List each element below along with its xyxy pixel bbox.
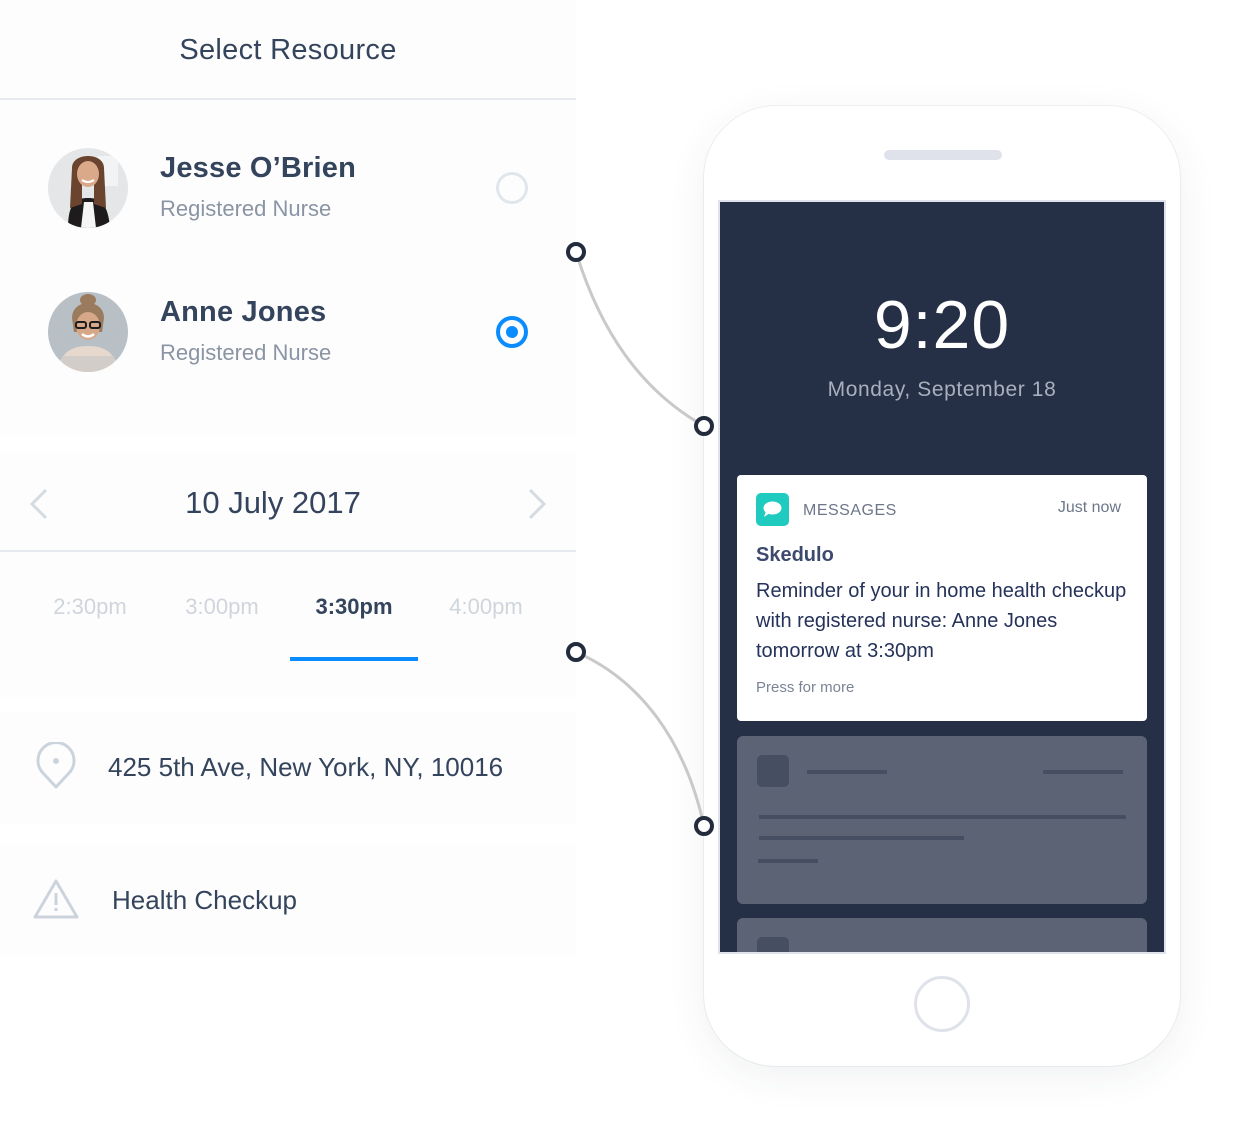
resource-radio-anne[interactable] — [496, 316, 528, 348]
date-time-picker: 10 July 2017 2:30pm 3:00pm 3:30pm 4:00pm — [0, 452, 576, 697]
chevron-right-icon[interactable] — [526, 488, 548, 520]
select-resource-header: Select Resource — [0, 0, 576, 100]
time-slot[interactable]: 4:00pm — [420, 594, 552, 620]
connector-resource-to-phone — [574, 251, 705, 428]
time-slot[interactable]: 2:30pm — [24, 594, 156, 620]
location-pin-icon — [32, 741, 80, 790]
notification-title: Skedulo — [756, 544, 834, 566]
notification-app-name: MESSAGES — [803, 502, 897, 519]
avatar-jesse — [48, 148, 128, 228]
service-text: Health Checkup — [112, 885, 297, 915]
avatar-anne — [48, 292, 128, 372]
time-slots: 2:30pm 3:00pm 3:30pm 4:00pm — [0, 594, 576, 634]
address-row: 425 5th Ave, New York, NY, 10016 — [0, 712, 576, 824]
placeholder-line — [807, 770, 887, 774]
placeholder-icon — [757, 755, 789, 787]
notification-action[interactable]: Press for more — [756, 679, 854, 696]
placeholder-line — [759, 815, 1126, 819]
resource-item-anne[interactable]: Anne Jones Registered Nurse — [0, 292, 576, 392]
lock-screen-time: 9:20 — [873, 287, 1011, 363]
resource-role: Registered Nurse — [160, 340, 332, 365]
placeholder-line — [758, 859, 818, 863]
message-bubble-icon — [756, 493, 789, 526]
connector-time-to-notification — [575, 650, 706, 827]
lock-screen-date: Monday, September 18 — [827, 378, 1057, 401]
resource-name: Anne Jones — [160, 296, 327, 328]
notification-card[interactable]: MESSAGES Just now Skedulo Reminder of yo… — [737, 475, 1147, 721]
notification-body: Reminder of your in home health checkup … — [756, 580, 1127, 662]
selected-time-indicator — [290, 657, 418, 661]
address-text: 425 5th Ave, New York, NY, 10016 — [108, 752, 504, 782]
resource-name: Jesse O’Brien — [160, 152, 357, 184]
resource-list: Jesse O’Brien Registered Nurse Anne Jone… — [0, 100, 576, 435]
placeholder-notification — [737, 736, 1147, 904]
placeholder-icon — [757, 937, 789, 952]
time-slot-selected[interactable]: 3:30pm — [288, 594, 420, 620]
phone-speaker — [884, 150, 1002, 160]
home-button[interactable] — [914, 976, 970, 1032]
time-slot[interactable]: 3:00pm — [156, 594, 288, 620]
phone-mockup: 9:20 Monday, September 18 MESSAGES Just … — [704, 106, 1180, 1066]
service-row: Health Checkup — [0, 845, 576, 957]
date-selector: 10 July 2017 — [0, 452, 576, 552]
page-title: Select Resource — [179, 34, 397, 66]
selected-date: 10 July 2017 — [185, 485, 361, 520]
notification-timestamp: Just now — [1057, 499, 1121, 516]
lock-screen: 9:20 Monday, September 18 MESSAGES Just … — [718, 200, 1166, 954]
placeholder-notification — [737, 918, 1147, 952]
warning-triangle-icon — [32, 877, 80, 925]
resource-role: Registered Nurse — [160, 196, 332, 221]
placeholder-line — [759, 836, 964, 840]
placeholder-line — [1043, 770, 1123, 774]
resource-radio-jesse[interactable] — [496, 172, 528, 204]
resource-item-jesse[interactable]: Jesse O’Brien Registered Nurse — [0, 148, 576, 248]
